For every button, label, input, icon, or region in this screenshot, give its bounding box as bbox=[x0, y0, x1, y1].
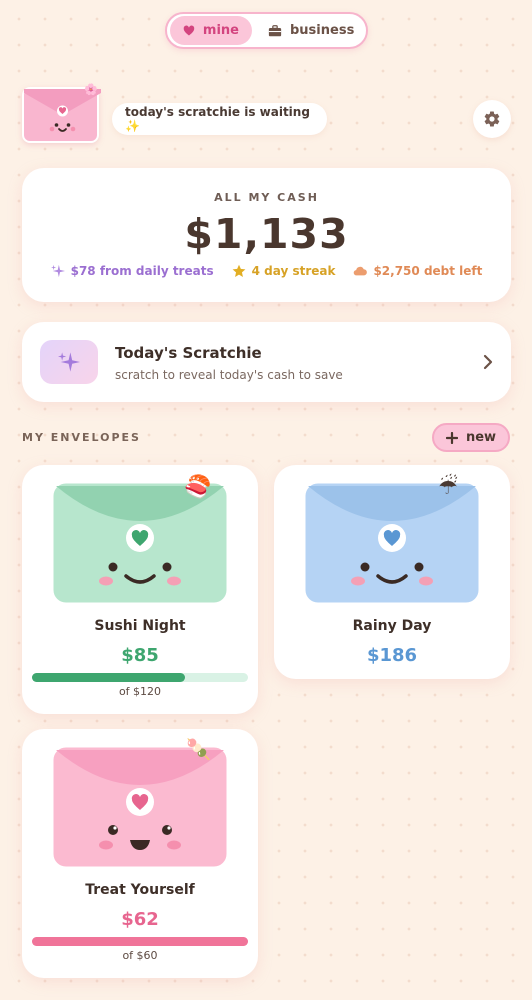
envelope-amount: $186 bbox=[366, 645, 418, 666]
envelope-amount: $85 bbox=[121, 645, 159, 666]
stat-debt-text: $2,750 debt left bbox=[373, 264, 483, 278]
account-toggle: mine business bbox=[165, 12, 368, 49]
scratchie-title: Today's Scratchie bbox=[115, 344, 262, 362]
sparkle-icon bbox=[50, 264, 65, 278]
envelope-card-sushi-night[interactable]: 🍣 Sushi Night $85 of $120 bbox=[22, 465, 258, 714]
cash-label: ALL MY CASH bbox=[214, 191, 319, 204]
settings-button[interactable] bbox=[473, 100, 511, 138]
envelope-progress bbox=[32, 673, 248, 682]
tab-business[interactable]: business bbox=[252, 16, 367, 45]
tab-business-label: business bbox=[290, 23, 355, 38]
sparkle-icon bbox=[58, 352, 80, 372]
star-icon bbox=[232, 264, 245, 277]
briefcase-icon bbox=[268, 24, 282, 36]
heart-icon bbox=[183, 25, 195, 35]
envelope-face-icon bbox=[50, 744, 230, 870]
stat-debt: $2,750 debt left bbox=[353, 264, 482, 278]
cloud-icon bbox=[354, 266, 368, 276]
cash-stats: $78 from daily treats 4 day streak $2,75… bbox=[22, 264, 511, 278]
todays-scratchie-card[interactable]: Today's Scratchie scratch to reveal toda… bbox=[22, 322, 511, 402]
gear-icon bbox=[484, 111, 500, 127]
stat-streak: 4 day streak bbox=[232, 264, 336, 278]
speech-bubble-text: today's scratchie is waiting ✨ bbox=[125, 105, 310, 133]
cash-amount: $1,133 bbox=[184, 210, 349, 258]
sushi-icon: 🍣 bbox=[184, 475, 212, 500]
speech-bubble: today's scratchie is waiting ✨ bbox=[112, 103, 327, 135]
envelope-progress bbox=[32, 937, 248, 946]
tab-mine-label: mine bbox=[202, 23, 239, 38]
envelope-goal: of $60 bbox=[122, 949, 158, 962]
scratchie-icon-box bbox=[40, 340, 98, 384]
new-envelope-button[interactable]: new bbox=[432, 423, 510, 452]
envelope-goal: of $120 bbox=[118, 685, 162, 698]
envelope-name: Sushi Night bbox=[94, 618, 186, 634]
envelope-card-rainy-day[interactable]: ☔ Rainy Day $186 bbox=[274, 465, 510, 679]
flower-icon: 🌸 bbox=[84, 83, 98, 96]
envelope-name: Treat Yourself bbox=[85, 882, 195, 898]
tab-mine[interactable]: mine bbox=[170, 16, 252, 45]
envelope-progress-fill bbox=[32, 673, 185, 682]
envelope-amount: $62 bbox=[121, 909, 159, 930]
new-envelope-label: new bbox=[465, 430, 497, 445]
mascot-avatar: 🌸 bbox=[22, 83, 101, 143]
envelope-progress-fill bbox=[32, 937, 248, 946]
mascot-envelope-icon bbox=[24, 89, 101, 132]
envelopes-section-label: MY ENVELOPES bbox=[22, 431, 141, 444]
envelope-card-treat-yourself[interactable]: 🍡 Treat Yourself $62 of $60 bbox=[22, 729, 258, 978]
envelope-name: Rainy Day bbox=[352, 618, 432, 634]
total-cash-card: ALL MY CASH $1,133 $78 from daily treats… bbox=[22, 168, 511, 302]
stat-daily-treats: $78 from daily treats bbox=[50, 264, 214, 278]
chevron-right-icon bbox=[483, 354, 493, 370]
dango-icon: 🍡 bbox=[186, 737, 211, 761]
plus-icon bbox=[445, 431, 458, 444]
umbrella-icon: ☔ bbox=[438, 475, 458, 500]
scratchie-subtitle: scratch to reveal today's cash to save bbox=[115, 368, 343, 382]
stat-daily-treats-text: $78 from daily treats bbox=[70, 264, 214, 278]
stat-streak-text: 4 day streak bbox=[251, 264, 336, 278]
